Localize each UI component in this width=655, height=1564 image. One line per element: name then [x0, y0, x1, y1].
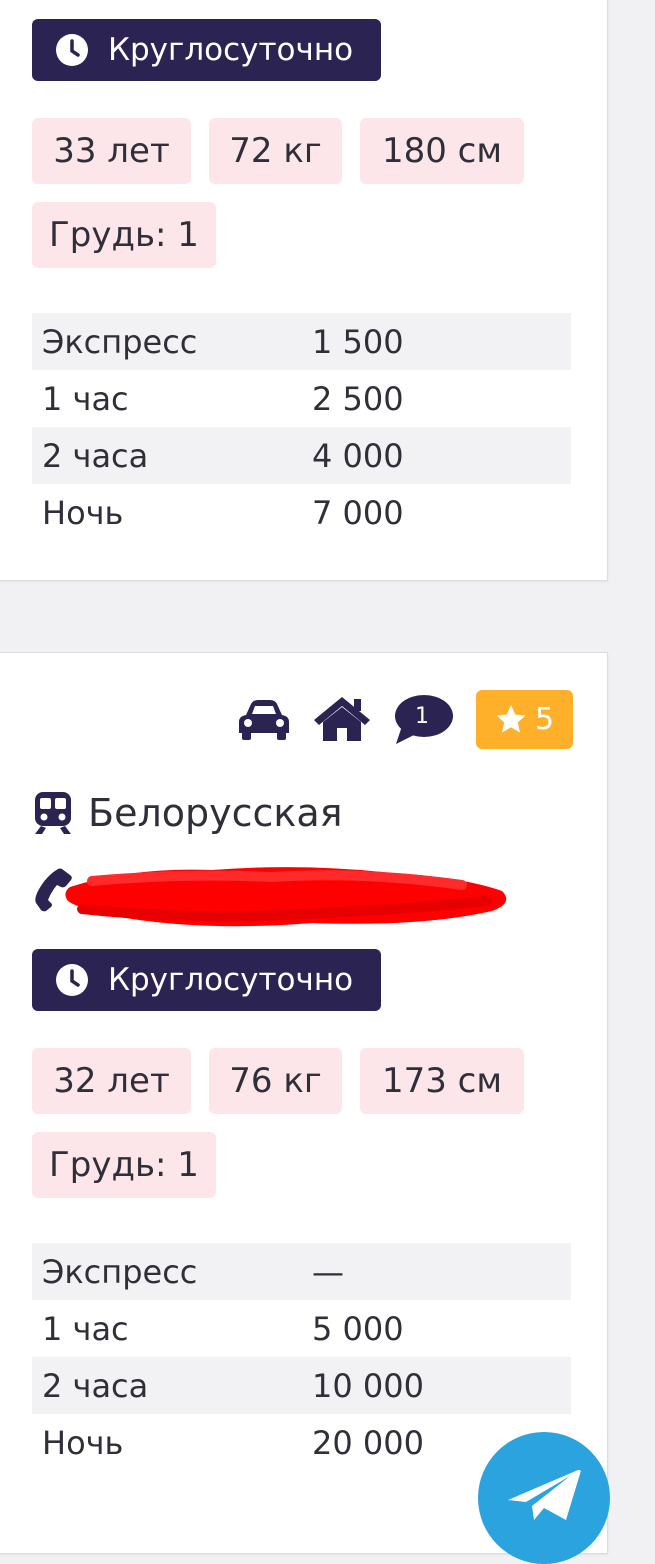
- price-value: 2 500: [312, 379, 404, 418]
- price-label: 2 часа: [42, 1366, 149, 1405]
- rating-badge: 5: [476, 689, 573, 749]
- metro-station: Белорусская: [32, 791, 342, 835]
- star-icon: [495, 704, 527, 734]
- price-label: Экспресс: [42, 1252, 198, 1291]
- price-row: Ночь 7 000: [32, 484, 571, 541]
- comment-icon[interactable]: 1: [392, 692, 456, 746]
- bust-chip: Грудь: 1: [32, 202, 216, 268]
- age-chip: 32 лет: [32, 1048, 191, 1114]
- profile-card: Круглосуточно 33 лет 72 кг 180 см Грудь:…: [0, 0, 608, 581]
- price-value: 7 000: [312, 493, 404, 532]
- height-chip: 173 см: [360, 1048, 524, 1114]
- working-hours-badge: Круглосуточно: [32, 19, 381, 81]
- price-row: 2 часа 10 000: [32, 1357, 571, 1414]
- working-hours-badge: Круглосуточно: [32, 949, 381, 1011]
- clock-icon: [54, 962, 90, 998]
- age-chip: 33 лет: [32, 118, 191, 184]
- price-table: Экспресс 1 500 1 час 2 500 2 часа 4 000 …: [32, 313, 571, 541]
- telegram-button[interactable]: [478, 1432, 610, 1564]
- price-value: 5 000: [312, 1309, 404, 1348]
- price-value: 4 000: [312, 436, 404, 475]
- price-label: Экспресс: [42, 322, 198, 361]
- telegram-icon: [504, 1432, 584, 1526]
- profile-card[interactable]: 1 5 Белорусская Круглосуточно 32 лет 76 …: [0, 652, 608, 1554]
- price-label: Ночь: [42, 493, 124, 532]
- car-icon: [236, 697, 292, 741]
- metro-train-icon: [32, 791, 74, 835]
- price-label: Ночь: [42, 1423, 124, 1462]
- price-label: 1 час: [42, 379, 129, 418]
- weight-chip: 76 кг: [209, 1048, 342, 1114]
- height-chip: 180 см: [360, 118, 524, 184]
- price-label: 2 часа: [42, 436, 149, 475]
- price-row: 1 час 5 000: [32, 1300, 571, 1357]
- rating-value: 5: [534, 701, 555, 737]
- price-row: Экспресс —: [32, 1243, 571, 1300]
- price-row: Экспресс 1 500: [32, 313, 571, 370]
- comments-count: 1: [415, 704, 429, 729]
- price-value: 1 500: [312, 322, 404, 361]
- home-icon: [312, 695, 372, 743]
- features-row: 1 5: [236, 688, 573, 750]
- price-value: —: [312, 1252, 344, 1291]
- price-row: 1 час 2 500: [32, 370, 571, 427]
- price-label: 1 час: [42, 1309, 129, 1348]
- weight-chip: 72 кг: [209, 118, 342, 184]
- metro-name: Белорусская: [88, 791, 343, 835]
- price-value: 10 000: [312, 1366, 424, 1405]
- bust-chip: Грудь: 1: [32, 1132, 216, 1198]
- clock-icon: [54, 32, 90, 68]
- phone-number[interactable]: [32, 861, 507, 931]
- working-hours-text: Круглосуточно: [108, 32, 354, 68]
- price-row: 2 часа 4 000: [32, 427, 571, 484]
- price-table: Экспресс — 1 час 5 000 2 часа 10 000 Ноч…: [32, 1243, 571, 1471]
- phone-redaction-scribble: [62, 861, 512, 937]
- working-hours-text: Круглосуточно: [108, 962, 354, 998]
